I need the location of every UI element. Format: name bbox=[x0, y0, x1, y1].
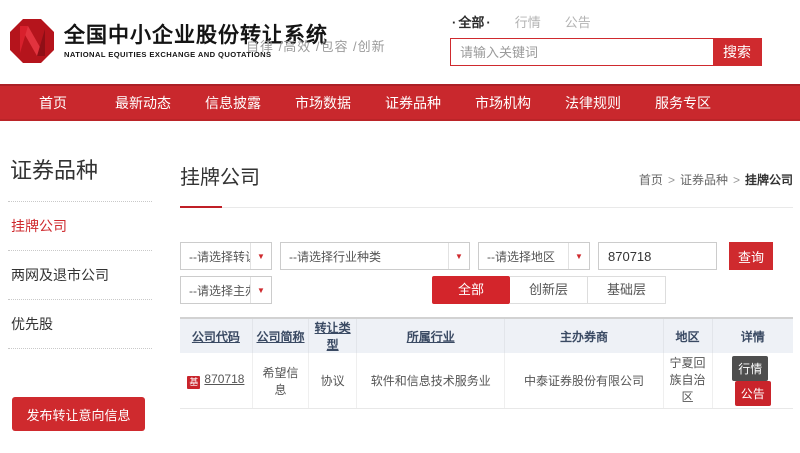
company-code-link[interactable]: 870718 bbox=[204, 372, 244, 386]
sidebar-title: 证券品种 bbox=[10, 153, 155, 185]
search-tab-quotes[interactable]: 行情 bbox=[515, 12, 541, 31]
stock-code-input[interactable] bbox=[598, 242, 717, 270]
sidebar-item-two-networks-delisted[interactable]: 两网及退市公司 bbox=[8, 251, 152, 300]
search-tab-all[interactable]: 全部 bbox=[452, 12, 491, 31]
industry-select[interactable]: --请选择行业种类 ▼ bbox=[280, 242, 470, 270]
cell-detail: 行情公告 bbox=[712, 353, 793, 409]
col-header-detail: 详情 bbox=[712, 318, 793, 353]
breadcrumb-separator: > bbox=[733, 173, 740, 187]
query-button[interactable]: 查询 bbox=[729, 242, 773, 270]
cell-industry: 软件和信息技术服务业 bbox=[357, 353, 505, 409]
search-tab-announcements[interactable]: 公告 bbox=[565, 12, 591, 31]
nav-item-legal-rules[interactable]: 法律规则 bbox=[548, 86, 638, 121]
nav-item-market-institutions[interactable]: 市场机构 bbox=[458, 86, 548, 121]
cell-short-name: 希望信息 bbox=[252, 353, 308, 409]
basic-layer-badge-icon: 基 bbox=[187, 376, 200, 389]
main-nav: 首页 最新动态 信息披露 市场数据 证券品种 市场机构 法律规则 服务专区 bbox=[0, 84, 800, 121]
layer-tab-basic[interactable]: 基础层 bbox=[588, 276, 666, 304]
col-header-short-name[interactable]: 公司简称 bbox=[252, 318, 308, 353]
quotes-button[interactable]: 行情 bbox=[732, 356, 768, 381]
nav-item-market-data[interactable]: 市场数据 bbox=[278, 86, 368, 121]
breadcrumb: 首页 > 证券品种 > 挂牌公司 bbox=[639, 171, 793, 190]
col-header-company-code[interactable]: 公司代码 bbox=[180, 318, 252, 353]
col-header-transfer-type[interactable]: 转让类型 bbox=[309, 318, 357, 353]
search-input[interactable] bbox=[451, 39, 713, 65]
col-header-region: 地区 bbox=[663, 318, 712, 353]
cell-region: 宁夏回族自治区 bbox=[663, 353, 712, 409]
title-red-accent bbox=[180, 206, 222, 208]
cell-company-code: 基 870718 bbox=[180, 353, 252, 409]
cell-sponsor: 中泰证券股份有限公司 bbox=[505, 353, 663, 409]
top-header: 全国中小企业股份转让系统 NATIONAL EQUITIES EXCHANGE … bbox=[0, 0, 800, 84]
sidebar-item-listed-companies[interactable]: 挂牌公司 bbox=[8, 202, 152, 251]
layer-tab-innovation[interactable]: 创新层 bbox=[510, 276, 588, 304]
sidebar-item-preferred-stock[interactable]: 优先股 bbox=[8, 300, 152, 349]
filter-row-1: --请选择转让类型 ▼ --请选择行业种类 ▼ --请选择地区 ▼ 查询 bbox=[180, 242, 793, 270]
title-row: 挂牌公司 首页 > 证券品种 > 挂牌公司 bbox=[180, 161, 793, 190]
publish-transfer-intent-button[interactable]: 发布转让意向信息 bbox=[12, 397, 145, 431]
region-select[interactable]: --请选择地区 ▼ bbox=[478, 242, 590, 270]
filter-section: --请选择转让类型 ▼ --请选择行业种类 ▼ --请选择地区 ▼ 查询 bbox=[180, 242, 793, 304]
col-header-sponsor: 主办券商 bbox=[505, 318, 663, 353]
chevron-down-icon: ▼ bbox=[455, 252, 463, 261]
breadcrumb-securities-types[interactable]: 证券品种 bbox=[680, 173, 728, 187]
nav-item-info-disclosure[interactable]: 信息披露 bbox=[188, 86, 278, 121]
title-divider bbox=[180, 207, 793, 208]
sidebar-menu: 挂牌公司 两网及退市公司 优先股 bbox=[8, 201, 152, 349]
table-header: 公司代码 公司简称 转让类型 所属行业 主办券商 地区 详情 bbox=[180, 318, 793, 353]
chevron-down-icon: ▼ bbox=[257, 252, 265, 261]
announcements-button[interactable]: 公告 bbox=[735, 381, 771, 406]
layer-tab-all[interactable]: 全部 bbox=[432, 276, 510, 304]
search-tabs: 全部 行情 公告 bbox=[452, 12, 762, 31]
table-row: 基 870718 希望信息 协议 软件和信息技术服务业 中泰证券股份有限公司 宁夏… bbox=[180, 353, 793, 409]
layer-tabs: 全部 创新层 基础层 bbox=[432, 276, 666, 304]
filter-row-2: --请选择主办券商 ▼ 全部 创新层 基础层 bbox=[180, 276, 793, 304]
search-button[interactable]: 搜索 bbox=[713, 39, 761, 65]
page-title: 挂牌公司 bbox=[180, 161, 260, 190]
page-body: 证券品种 挂牌公司 两网及退市公司 优先股 发布转让意向信息 挂牌公司 首页 > 证… bbox=[0, 121, 800, 431]
breadcrumb-current-page: 挂牌公司 bbox=[745, 173, 793, 187]
sponsor-select[interactable]: --请选择主办券商 ▼ bbox=[180, 276, 272, 304]
slogan: 自律 /高效 /包容 /创新 bbox=[246, 36, 386, 55]
breadcrumb-separator: > bbox=[668, 173, 675, 187]
sidebar: 证券品种 挂牌公司 两网及退市公司 优先股 发布转让意向信息 bbox=[0, 121, 155, 431]
nav-item-service-zone[interactable]: 服务专区 bbox=[638, 86, 728, 121]
nav-item-home[interactable]: 首页 bbox=[8, 86, 98, 121]
neeq-logo-icon bbox=[8, 17, 56, 65]
search-area: 全部 行情 公告 搜索 bbox=[450, 10, 762, 66]
nav-item-securities-types[interactable]: 证券品种 bbox=[368, 86, 458, 121]
search-bar: 搜索 bbox=[450, 38, 762, 66]
cell-transfer-type: 协议 bbox=[309, 353, 357, 409]
nav-item-latest-news[interactable]: 最新动态 bbox=[98, 86, 188, 121]
chevron-down-icon: ▼ bbox=[257, 286, 265, 295]
page: 全国中小企业股份转让系统 NATIONAL EQUITIES EXCHANGE … bbox=[0, 0, 800, 431]
chevron-down-icon: ▼ bbox=[575, 252, 583, 261]
transfer-type-select[interactable]: --请选择转让类型 ▼ bbox=[180, 242, 272, 270]
col-header-industry[interactable]: 所属行业 bbox=[357, 318, 505, 353]
breadcrumb-home[interactable]: 首页 bbox=[639, 173, 663, 187]
main-content: 挂牌公司 首页 > 证券品种 > 挂牌公司 --请选择转让类型 ▼ --请选择行业种类 … bbox=[155, 121, 800, 431]
company-table: 公司代码 公司简称 转让类型 所属行业 主办券商 地区 详情 基 870718 bbox=[180, 317, 793, 409]
